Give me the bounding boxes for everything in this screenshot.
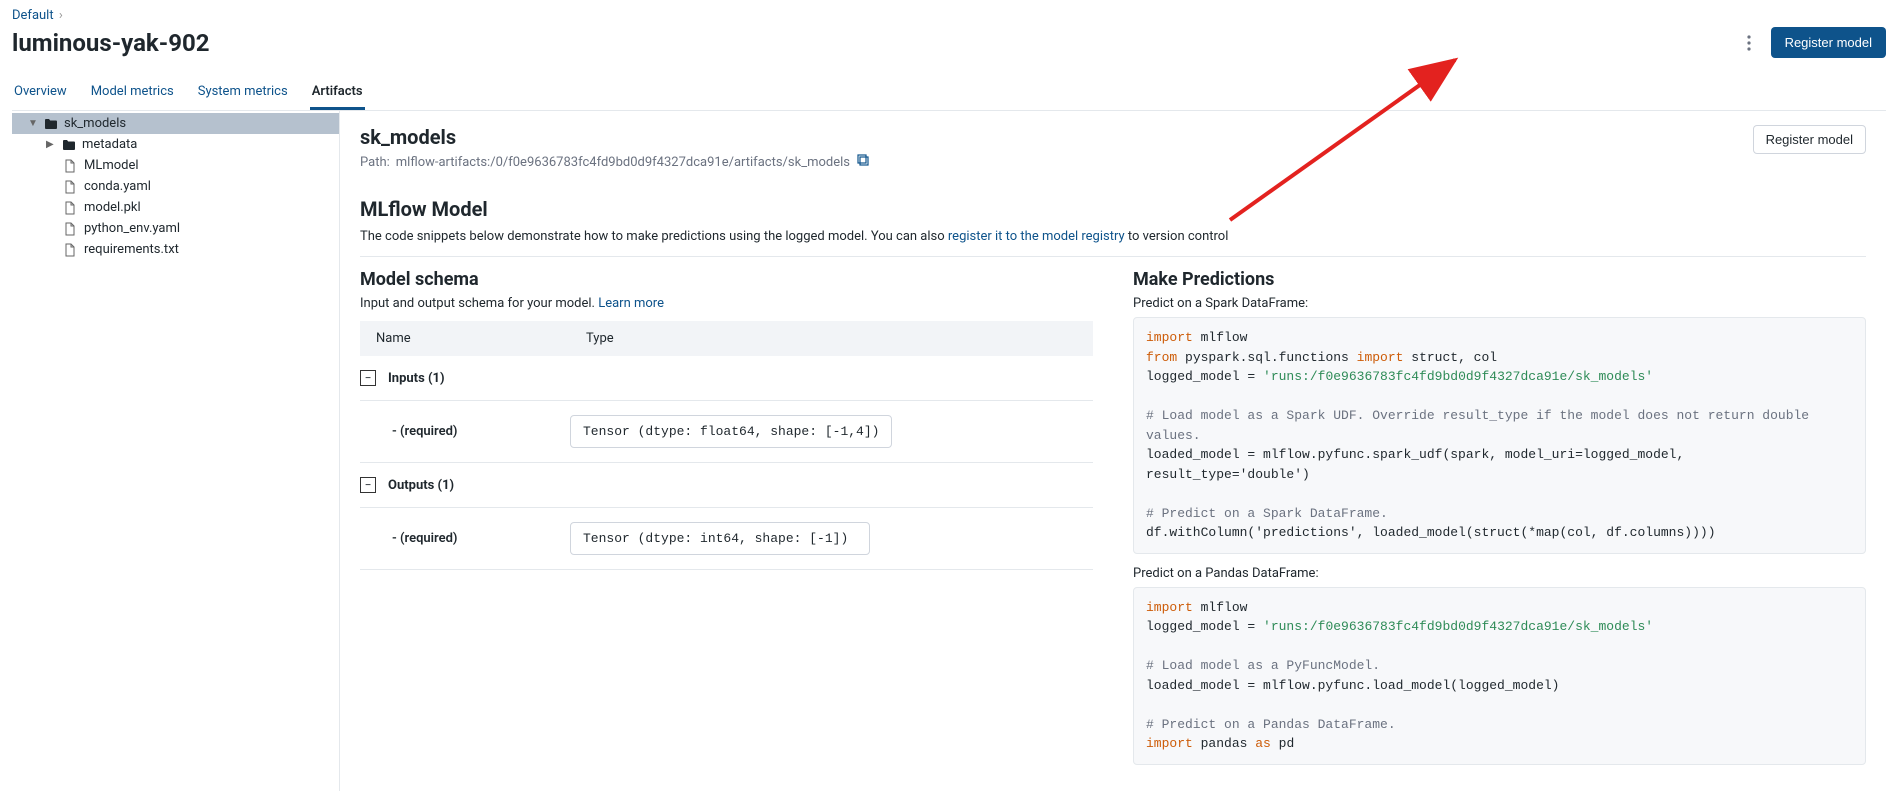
breadcrumb: Default › <box>12 8 1886 23</box>
tab-model-metrics[interactable]: Model metrics <box>89 76 176 110</box>
copy-icon[interactable] <box>856 153 870 171</box>
path-label: Path: <box>360 155 390 170</box>
tree-node-label: sk_models <box>64 116 126 131</box>
tree-node-label: MLmodel <box>84 158 139 173</box>
file-icon <box>64 222 78 236</box>
tab-overview[interactable]: Overview <box>12 76 69 110</box>
schema-row: - (required) Tensor (dtype: int64, shape… <box>360 508 1093 570</box>
register-model-secondary-button[interactable]: Register model <box>1753 125 1866 154</box>
tree-node-file[interactable]: python_env.yaml <box>12 218 339 239</box>
tree-node-file[interactable]: MLmodel <box>12 155 339 176</box>
file-icon <box>64 180 78 194</box>
file-icon <box>64 243 78 257</box>
tree-node-file[interactable]: conda.yaml <box>12 176 339 197</box>
breadcrumb-root[interactable]: Default <box>12 8 54 23</box>
tab-artifacts[interactable]: Artifacts <box>310 76 365 110</box>
spark-predict-label: Predict on a Spark DataFrame: <box>1133 296 1866 311</box>
register-model-primary-button[interactable]: Register model <box>1771 27 1886 58</box>
tree-node-file[interactable]: model.pkl <box>12 197 339 218</box>
schema-row: - (required) Tensor (dtype: float64, sha… <box>360 401 1093 463</box>
schema-inputs-label: Inputs (1) <box>388 371 445 386</box>
tree-node-label: conda.yaml <box>84 179 151 194</box>
path-value: mlflow-artifacts:/0/f0e9636783fc4fd9bd0d… <box>396 155 850 170</box>
pandas-predict-label: Predict on a Pandas DataFrame: <box>1133 566 1866 581</box>
caret-down-icon: ▼ <box>28 118 38 129</box>
tree-node-label: requirements.txt <box>84 242 179 257</box>
tree-node-root[interactable]: ▼ sk_models <box>12 113 339 134</box>
mlflow-model-description: The code snippets below demonstrate how … <box>360 229 1866 244</box>
collapse-icon[interactable]: − <box>360 370 376 386</box>
register-registry-link[interactable]: register it to the model registry <box>948 229 1125 244</box>
schema-col-type: Type <box>586 331 614 346</box>
artifact-tree: ▼ sk_models ▶ metadata MLmodel conda.yam… <box>12 111 340 791</box>
tree-node-label: model.pkl <box>84 200 141 215</box>
schema-row-name: - (required) <box>360 424 570 439</box>
model-schema-subtext: Input and output schema for your model. … <box>360 296 1093 311</box>
schema-row-type: Tensor (dtype: float64, shape: [-1,4]) <box>570 415 892 448</box>
file-icon <box>64 159 78 173</box>
tree-node-metadata[interactable]: ▶ metadata <box>12 134 339 155</box>
page-title: luminous-yak-902 <box>12 29 210 57</box>
artifact-title: sk_models <box>360 125 870 149</box>
chevron-right-icon: › <box>59 8 63 23</box>
schema-row-name: - (required) <box>360 531 570 546</box>
tree-node-label: metadata <box>82 137 137 152</box>
tab-system-metrics[interactable]: System metrics <box>196 76 290 110</box>
tree-node-label: python_env.yaml <box>84 221 180 236</box>
schema-table-header: Name Type <box>360 321 1093 356</box>
tabs: Overview Model metrics System metrics Ar… <box>12 76 1886 111</box>
mlflow-model-heading: MLflow Model <box>360 197 1866 221</box>
learn-more-link[interactable]: Learn more <box>598 296 664 311</box>
collapse-icon[interactable]: − <box>360 477 376 493</box>
schema-outputs-label: Outputs (1) <box>388 478 454 493</box>
model-schema-heading: Model schema <box>360 269 1093 290</box>
more-options-button[interactable] <box>1739 33 1759 53</box>
schema-col-name: Name <box>376 331 586 346</box>
tree-node-file[interactable]: requirements.txt <box>12 239 339 260</box>
schema-row-type: Tensor (dtype: int64, shape: [-1]) <box>570 522 870 555</box>
caret-right-icon: ▶ <box>46 139 56 150</box>
spark-code-block: import mlflow from pyspark.sql.functions… <box>1133 317 1866 554</box>
make-predictions-heading: Make Predictions <box>1133 269 1866 290</box>
file-icon <box>64 201 78 215</box>
folder-icon <box>44 118 58 130</box>
folder-icon <box>62 139 76 151</box>
